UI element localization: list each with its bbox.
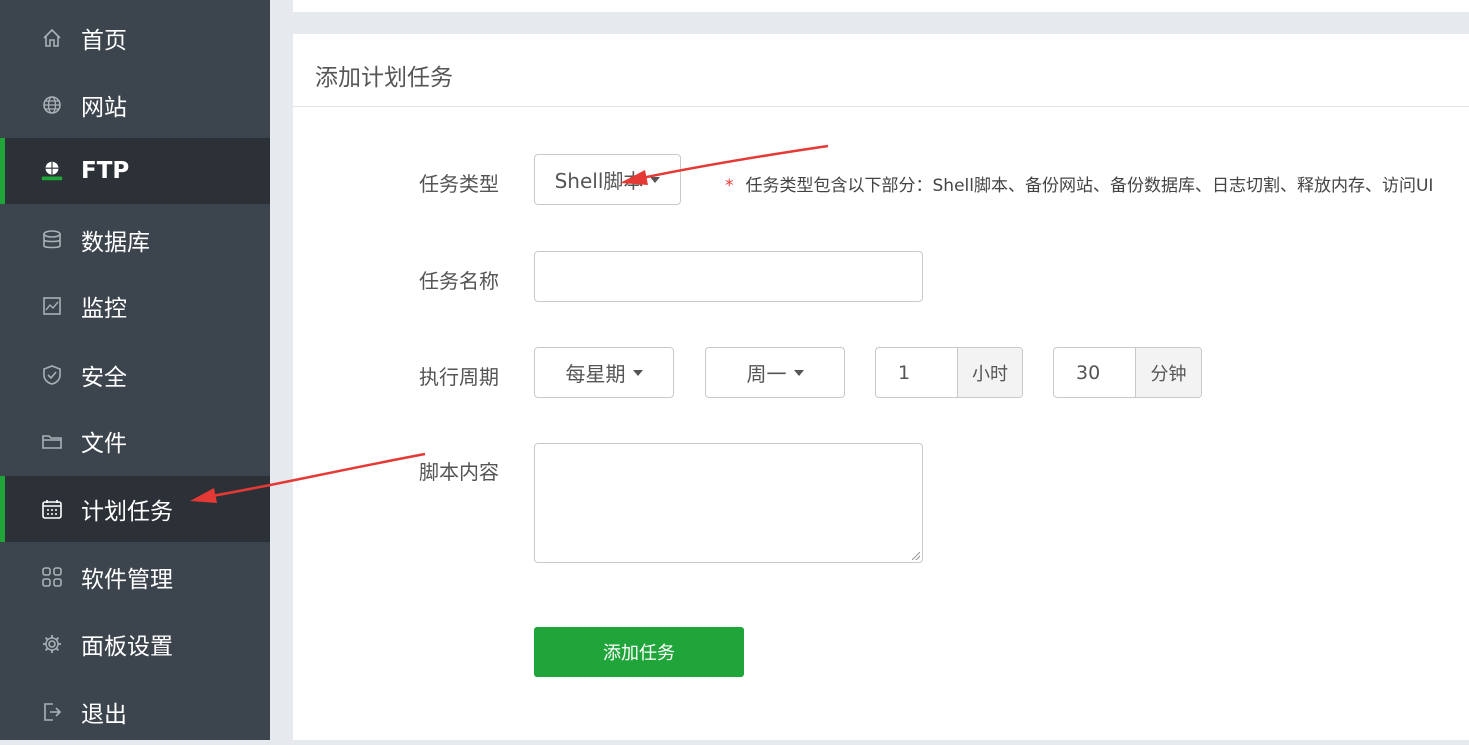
required-star: * bbox=[725, 176, 734, 196]
add-cron-panel: 添加计划任务 任务类型 Shell脚本 * 任务类型包含以下部分：Shell脚本、… bbox=[293, 34, 1469, 740]
task-name-input[interactable] bbox=[534, 251, 923, 302]
sidebar-item-label: 监控 bbox=[81, 296, 127, 322]
sidebar-item-software[interactable]: 软件管理 bbox=[0, 544, 270, 610]
task-type-hint: * 任务类型包含以下部分：Shell脚本、备份网站、备份数据库、日志切割、释放内存… bbox=[725, 171, 1433, 196]
folder-icon bbox=[40, 429, 64, 453]
chevron-down-icon bbox=[632, 369, 643, 376]
hint-text: 任务类型包含以下部分：Shell脚本、备份网站、备份数据库、日志切割、释放内存、… bbox=[745, 176, 1434, 196]
script-label: 脚本内容 bbox=[419, 460, 499, 484]
chevron-down-icon bbox=[793, 369, 804, 376]
sidebar-item-website[interactable]: 网站 bbox=[0, 72, 270, 138]
task-type-label: 任务类型 bbox=[419, 172, 499, 196]
minute-input[interactable]: 30 bbox=[1054, 348, 1135, 397]
home-icon bbox=[40, 26, 64, 50]
sidebar-item-files[interactable]: 文件 bbox=[0, 408, 270, 474]
shield-icon bbox=[40, 363, 64, 387]
sidebar-item-monitor[interactable]: 监控 bbox=[0, 273, 270, 339]
sidebar-item-label: 首页 bbox=[81, 28, 127, 54]
add-task-button[interactable]: 添加任务 bbox=[534, 627, 744, 677]
sidebar-item-label: 面板设置 bbox=[81, 634, 173, 660]
weekday-select[interactable]: 周一 bbox=[705, 347, 845, 398]
task-type-select[interactable]: Shell脚本 bbox=[534, 154, 681, 205]
top-strip bbox=[293, 0, 1469, 12]
ftp-icon bbox=[40, 159, 64, 183]
cycle-type-select[interactable]: 每星期 bbox=[534, 347, 674, 398]
sidebar-item-home[interactable]: 首页 bbox=[0, 5, 270, 71]
sidebar: 首页 网站 FTP 数据库 监控 安全 文件 计划任务 软件管理 面板设置 退出 bbox=[0, 0, 270, 740]
sidebar-item-label: 网站 bbox=[81, 95, 127, 121]
sidebar-item-cron[interactable]: 计划任务 bbox=[0, 476, 270, 542]
monitor-icon bbox=[40, 294, 64, 318]
calendar-icon bbox=[40, 497, 64, 521]
cycle-type-value: 每星期 bbox=[565, 362, 626, 386]
gear-icon bbox=[40, 632, 64, 656]
sidebar-item-label: 安全 bbox=[81, 365, 127, 391]
cycle-label: 执行周期 bbox=[419, 365, 499, 389]
hour-input-group: 1 小时 bbox=[875, 347, 1023, 398]
chevron-down-icon bbox=[650, 176, 661, 183]
task-type-value: Shell脚本 bbox=[554, 169, 644, 193]
sidebar-item-label: FTP bbox=[81, 158, 130, 184]
sidebar-item-settings[interactable]: 面板设置 bbox=[0, 611, 270, 677]
database-icon bbox=[40, 228, 64, 252]
sidebar-item-label: 软件管理 bbox=[81, 567, 173, 593]
sidebar-item-label: 数据库 bbox=[81, 230, 150, 256]
task-name-label: 任务名称 bbox=[419, 269, 499, 293]
sidebar-item-logout[interactable]: 退出 bbox=[0, 679, 270, 745]
globe-icon bbox=[40, 93, 64, 117]
panel-title: 添加计划任务 bbox=[315, 65, 453, 91]
logout-icon bbox=[40, 700, 64, 724]
sidebar-item-ftp[interactable]: FTP bbox=[0, 138, 270, 204]
sidebar-item-label: 计划任务 bbox=[81, 499, 173, 525]
resize-handle[interactable] bbox=[912, 552, 920, 560]
panel-divider bbox=[293, 106, 1469, 107]
sidebar-item-database[interactable]: 数据库 bbox=[0, 207, 270, 273]
hour-input[interactable]: 1 bbox=[876, 348, 957, 397]
minute-input-group: 30 分钟 bbox=[1053, 347, 1202, 398]
script-textarea[interactable] bbox=[534, 443, 923, 563]
minute-unit: 分钟 bbox=[1135, 348, 1201, 397]
sidebar-item-label: 退出 bbox=[81, 702, 127, 728]
hour-unit: 小时 bbox=[957, 348, 1022, 397]
sidebar-item-label: 文件 bbox=[81, 431, 127, 457]
weekday-value: 周一 bbox=[746, 362, 787, 386]
apps-icon bbox=[40, 565, 64, 589]
sidebar-item-security[interactable]: 安全 bbox=[0, 342, 270, 408]
